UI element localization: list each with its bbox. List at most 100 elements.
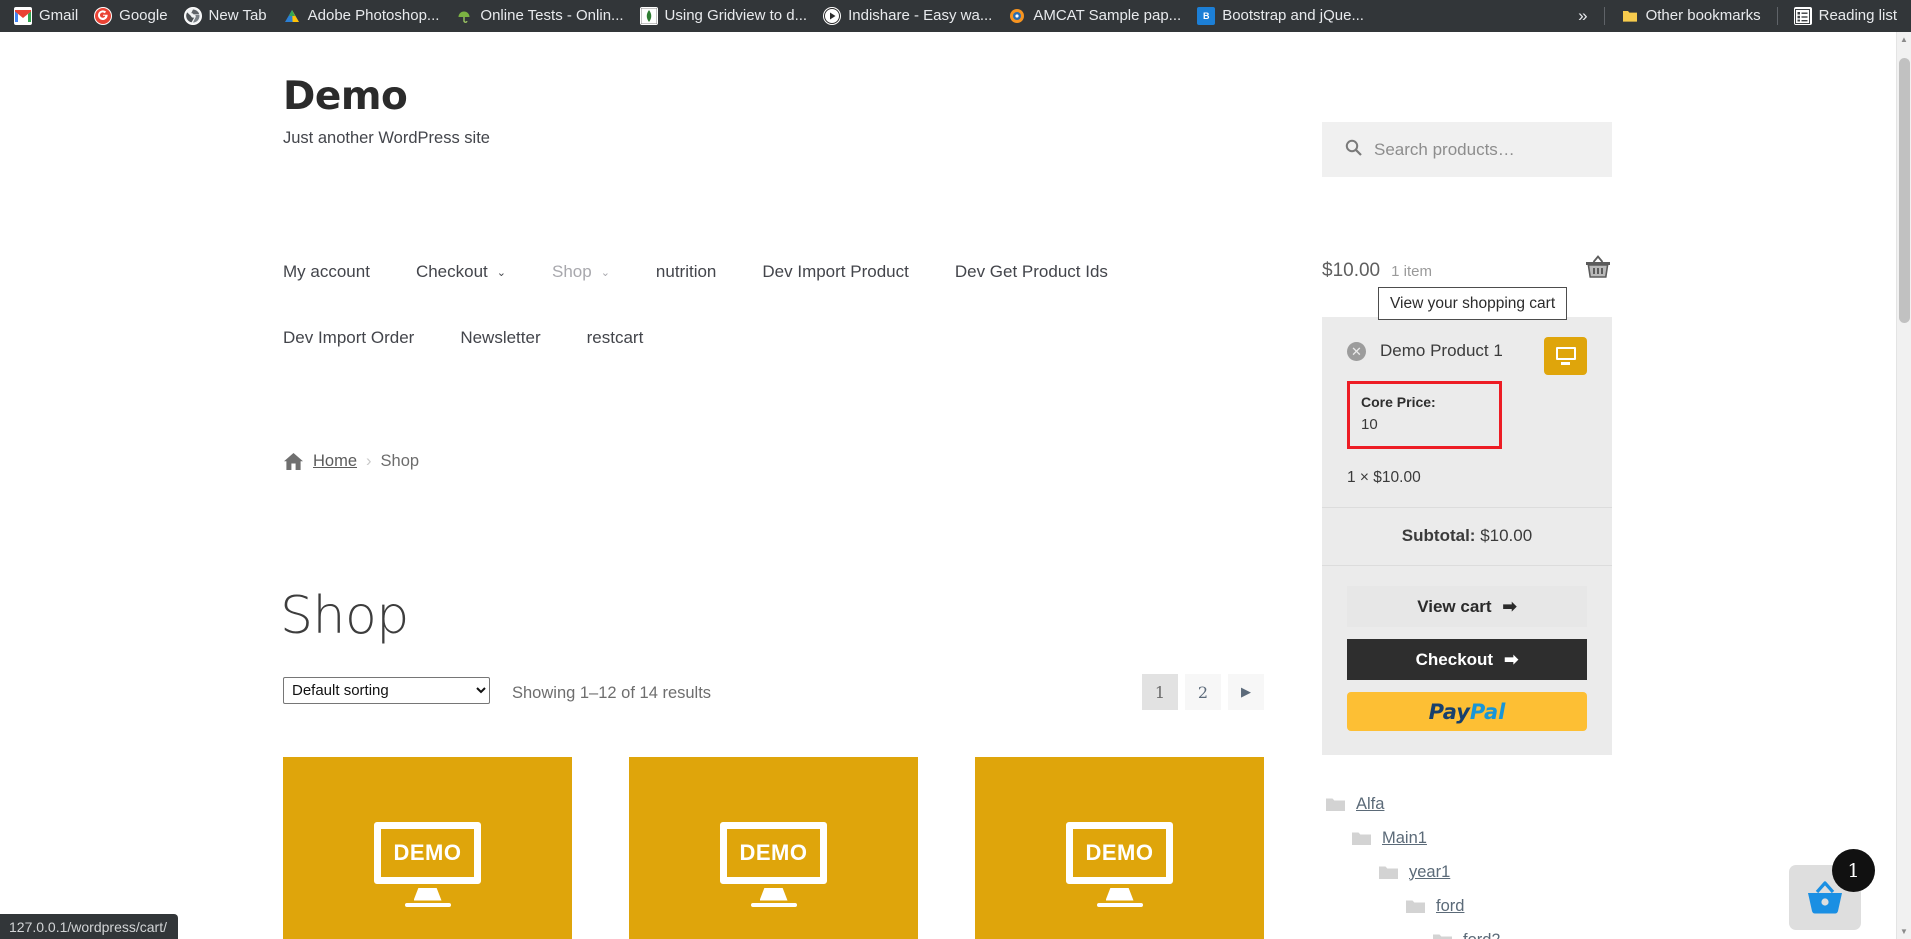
bookmarks-overflow-button[interactable]: » xyxy=(1570,6,1595,26)
mini-cart-body: ✕ Demo Product 1 Core Price: 10 1 × $10.… xyxy=(1322,317,1612,507)
bookmarks-divider-2 xyxy=(1776,7,1778,25)
page-scrollbar[interactable]: ▲ ▼ xyxy=(1896,32,1911,939)
bookmark-bootstrap[interactable]: B Bootstrap and jQue... xyxy=(1189,4,1372,28)
site-tagline: Just another WordPress site xyxy=(283,129,490,147)
reading-list-label: Reading list xyxy=(1818,7,1897,24)
folder-tree: Alfa Main1 year1 ford ford2 xyxy=(1322,787,1612,939)
subtotal-label: Subtotal: xyxy=(1401,526,1476,545)
bookmark-label: AMCAT Sample pap... xyxy=(1033,7,1182,24)
nav-label: Dev Import Product xyxy=(762,262,909,281)
view-cart-button[interactable]: View cart ➡ xyxy=(1347,586,1587,627)
tree-link[interactable]: ford xyxy=(1436,897,1464,916)
mini-cart-subtotal: Subtotal: $10.00 xyxy=(1322,507,1612,565)
remove-item-icon[interactable]: ✕ xyxy=(1347,342,1366,361)
paypal-button[interactable]: PayPal xyxy=(1347,692,1587,731)
nav-item-nutrition[interactable]: nutrition xyxy=(656,260,716,284)
tree-link[interactable]: Alfa xyxy=(1356,795,1384,814)
nav-item-dev-import-order[interactable]: Dev Import Order xyxy=(283,326,414,350)
scrollbar-up-arrow[interactable]: ▲ xyxy=(1897,32,1911,47)
search-input[interactable]: Search products… xyxy=(1322,122,1612,177)
bookmark-new-tab[interactable]: New Tab xyxy=(176,4,275,28)
bookmark-label: Indishare - Easy wa... xyxy=(848,7,993,24)
tree-link[interactable]: ford2 xyxy=(1463,931,1501,939)
mini-monitor-neck xyxy=(1561,362,1570,365)
arrow-right-icon: ➡ xyxy=(1502,596,1517,616)
nav-row-2: Dev Import Order Newsletter restcart xyxy=(283,326,1283,392)
tree-node-alfa[interactable]: Alfa xyxy=(1322,787,1612,821)
nav-item-my-account[interactable]: My account xyxy=(283,260,370,284)
nav-item-restcart[interactable]: restcart xyxy=(587,326,644,350)
mini-monitor-icon xyxy=(1555,347,1576,365)
bookmark-using-gridview[interactable]: Using Gridview to d... xyxy=(632,4,816,28)
tree-node-ford2[interactable]: ford2 xyxy=(1322,923,1612,939)
primary-navigation: My account Checkout ⌄ Shop ⌄ nutrition D… xyxy=(283,260,1283,392)
pagination-page-1[interactable]: 1 xyxy=(1142,674,1178,710)
pagination-next-button[interactable]: ▶ xyxy=(1228,674,1264,710)
mini-monitor-screen xyxy=(1555,347,1576,360)
breadcrumb-home-link[interactable]: Home xyxy=(313,452,357,471)
nav-item-dev-get-product-ids[interactable]: Dev Get Product Ids xyxy=(955,260,1108,284)
umbrella-icon xyxy=(455,7,473,25)
mini-cart-product-name[interactable]: Demo Product 1 xyxy=(1380,339,1503,363)
product-tile[interactable]: DEMO xyxy=(283,757,572,939)
site-title[interactable]: Demo xyxy=(283,74,490,120)
tree-node-ford[interactable]: ford xyxy=(1322,889,1612,923)
product-tile[interactable]: DEMO xyxy=(629,757,918,939)
bootstrap-icon: B xyxy=(1197,7,1216,25)
gridview-icon xyxy=(639,7,658,25)
mini-cart-quantity-price: 1 × $10.00 xyxy=(1347,469,1421,486)
monitor-base xyxy=(1096,902,1143,907)
scrollbar-thumb[interactable] xyxy=(1899,58,1910,323)
monitor-neck xyxy=(759,887,788,901)
cart-basket-icon[interactable] xyxy=(1584,254,1612,285)
search-icon xyxy=(1345,139,1362,161)
bookmark-label: Gmail xyxy=(39,7,79,24)
bookmark-online-tests[interactable]: Online Tests - Onlin... xyxy=(447,4,631,28)
bookmark-google[interactable]: Google xyxy=(86,4,175,28)
floating-cart-button[interactable]: 1 xyxy=(1789,849,1875,930)
results-count: Showing 1–12 of 14 results xyxy=(512,684,712,702)
bookmark-adobe-photoshop[interactable]: Adobe Photoshop... xyxy=(275,4,448,28)
core-price-value: 10 xyxy=(1361,416,1378,433)
folder-icon xyxy=(1433,933,1452,939)
monitor-neck xyxy=(413,887,442,901)
tree-node-main1[interactable]: Main1 xyxy=(1322,821,1612,855)
pagination: 1 2 ▶ xyxy=(1142,674,1264,710)
reading-list-button[interactable]: Reading list xyxy=(1786,4,1905,28)
paypal-pay-text: Pay xyxy=(1428,699,1470,724)
other-bookmarks-button[interactable]: Other bookmarks xyxy=(1613,4,1769,28)
tree-node-year1[interactable]: year1 xyxy=(1322,855,1612,889)
cart-total-amount: $10.00 xyxy=(1322,260,1381,281)
breadcrumb-separator: › xyxy=(366,452,372,470)
nav-item-newsletter[interactable]: Newsletter xyxy=(460,326,540,350)
chevron-down-icon: ⌄ xyxy=(496,266,506,279)
tree-link[interactable]: year1 xyxy=(1409,863,1450,882)
tree-link[interactable]: Main1 xyxy=(1382,829,1427,848)
bookmark-amcat[interactable]: AMCAT Sample pap... xyxy=(1000,4,1189,28)
checkout-button[interactable]: Checkout ➡ xyxy=(1347,639,1587,680)
sort-select[interactable]: Default sorting xyxy=(283,677,490,704)
indishare-icon xyxy=(823,7,842,25)
product-tile[interactable]: DEMO xyxy=(975,757,1264,939)
mini-cart-product-thumbnail[interactable] xyxy=(1544,337,1587,375)
core-price-label: Core Price: xyxy=(1361,394,1436,410)
breadcrumb: Home › Shop xyxy=(283,452,419,471)
bookmark-gmail[interactable]: Gmail xyxy=(6,4,86,28)
bookmark-label: Using Gridview to d... xyxy=(664,7,808,24)
demo-monitor-icon: DEMO xyxy=(374,821,481,907)
chevron-down-icon: ⌄ xyxy=(600,266,610,279)
core-price-highlight-box: Core Price: 10 xyxy=(1347,381,1502,449)
demo-monitor-icon: DEMO xyxy=(1066,821,1173,907)
page-content: Demo Just another WordPress site My acco… xyxy=(0,32,1896,939)
nav-item-checkout[interactable]: Checkout ⌄ xyxy=(416,260,506,284)
pagination-page-2[interactable]: 2 xyxy=(1185,674,1221,710)
new-tab-icon xyxy=(183,7,202,25)
browser-bookmarks-bar: Gmail Google New Tab Adobe Photoshop... … xyxy=(0,0,1911,32)
bookmark-indishare[interactable]: Indishare - Easy wa... xyxy=(815,4,1000,28)
cart-item-count: 1 item xyxy=(1391,263,1432,280)
nav-item-shop[interactable]: Shop ⌄ xyxy=(552,260,610,284)
scrollbar-down-arrow[interactable]: ▼ xyxy=(1897,924,1911,939)
cart-summary-line: $10.00 1 item xyxy=(1322,255,1612,282)
nav-item-dev-import-product[interactable]: Dev Import Product xyxy=(762,260,908,284)
product-grid: DEMO DEMO DEMO xyxy=(283,757,1264,939)
